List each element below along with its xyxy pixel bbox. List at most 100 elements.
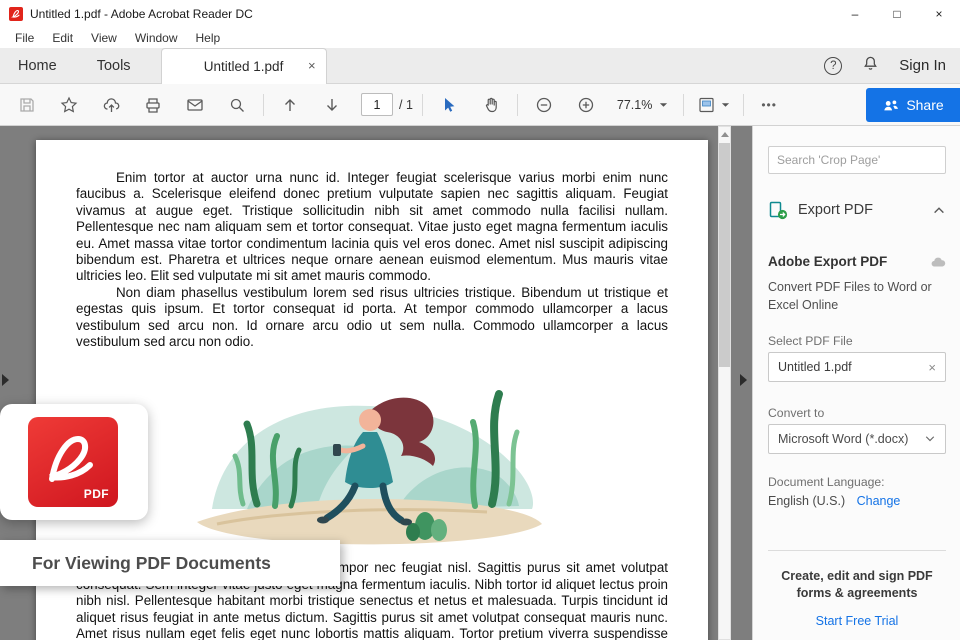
cloud-icon xyxy=(931,257,946,267)
section-title: Adobe Export PDF xyxy=(768,254,888,269)
tabbar-right-group: ? Sign In xyxy=(824,55,946,76)
acrobat-window: Untitled 1.pdf - Adobe Acrobat Reader DC… xyxy=(0,0,960,640)
zoom-out-button[interactable] xyxy=(523,90,565,120)
titlebar: Untitled 1.pdf - Adobe Acrobat Reader DC… xyxy=(0,0,960,28)
hand-tool-button[interactable] xyxy=(470,90,512,120)
adobe-pdf-logo: PDF xyxy=(28,417,118,507)
menu-help[interactable]: Help xyxy=(187,31,230,45)
page-number-input[interactable] xyxy=(361,93,393,116)
next-page-button[interactable] xyxy=(311,90,353,120)
minimize-button[interactable]: – xyxy=(834,0,876,28)
window-controls: – □ × xyxy=(834,0,960,28)
chevron-down-icon xyxy=(925,436,935,442)
printer-icon xyxy=(146,97,160,113)
right-panel-handle[interactable] xyxy=(740,374,752,390)
promo-text: Create, edit and sign PDF forms & agreem… xyxy=(781,569,933,600)
export-pdf-header[interactable]: Export PDF xyxy=(768,192,946,228)
tab-document[interactable]: Untitled 1.pdf × xyxy=(160,48,327,84)
email-button[interactable] xyxy=(174,90,216,120)
save-button[interactable] xyxy=(6,90,48,120)
start-free-trial-link[interactable]: Start Free Trial xyxy=(816,614,899,628)
share-label: Share xyxy=(906,96,944,113)
menu-file[interactable]: File xyxy=(6,31,43,45)
left-panel-handle[interactable] xyxy=(2,374,14,390)
scrollbar-thumb[interactable] xyxy=(719,143,730,367)
panel-divider xyxy=(768,550,946,551)
section-header: Adobe Export PDF xyxy=(768,254,946,269)
favorite-star-button[interactable] xyxy=(48,90,90,120)
arrow-down-icon xyxy=(327,98,337,111)
help-icon[interactable]: ? xyxy=(824,56,843,75)
tab-home[interactable]: Home xyxy=(12,58,63,74)
document-illustration xyxy=(187,354,557,554)
search-tool-button[interactable] xyxy=(216,90,258,120)
page-display-dropdown[interactable] xyxy=(689,90,738,120)
search-input[interactable] xyxy=(768,146,946,174)
export-pdf-icon xyxy=(769,201,788,219)
envelope-icon xyxy=(187,98,203,111)
share-button[interactable]: Share xyxy=(866,87,960,122)
zoom-level-dropdown[interactable]: 77.1% xyxy=(607,90,678,120)
menu-window[interactable]: Window xyxy=(126,31,187,45)
convert-to-label: Convert to xyxy=(768,406,825,420)
more-tools-button[interactable]: ••• xyxy=(749,98,789,112)
document-language-label: Document Language: xyxy=(768,475,885,489)
sign-in-button[interactable]: Sign In xyxy=(899,57,946,74)
previous-page-button[interactable] xyxy=(269,90,311,120)
window-title: Untitled 1.pdf - Adobe Acrobat Reader DC xyxy=(30,7,253,21)
vertical-scrollbar[interactable] xyxy=(718,126,731,640)
selection-tool-button[interactable] xyxy=(428,90,470,120)
notifications-bell-icon[interactable] xyxy=(862,55,879,76)
share-people-icon xyxy=(884,100,899,110)
caret-down-icon xyxy=(660,102,668,107)
clear-file-icon[interactable]: × xyxy=(928,360,936,375)
selected-file-name: Untitled 1.pdf xyxy=(778,360,852,374)
acrobat-app-icon xyxy=(9,7,23,21)
zoom-level-value: 77.1% xyxy=(616,97,653,112)
star-icon xyxy=(60,96,78,113)
print-button[interactable] xyxy=(132,90,174,120)
magnifier-icon xyxy=(230,98,244,112)
tab-bar: Home Tools Untitled 1.pdf × ? Sign In xyxy=(0,48,960,84)
menu-edit[interactable]: Edit xyxy=(43,31,82,45)
chevron-up-icon[interactable] xyxy=(932,204,946,216)
maximize-button[interactable]: □ xyxy=(876,0,918,28)
zoom-in-button[interactable] xyxy=(565,90,607,120)
toolbar-separator xyxy=(263,93,264,116)
caption-banner: For Viewing PDF Documents xyxy=(0,540,340,586)
select-file-label: Select PDF File xyxy=(768,334,853,348)
page-paragraph: Non diam phasellus vestibulum lorem sed … xyxy=(76,284,668,350)
page-count-label: / 1 xyxy=(399,97,413,112)
toolbar-separator xyxy=(421,93,423,116)
save-icon xyxy=(20,97,34,112)
caption-text: For Viewing PDF Documents xyxy=(32,552,271,573)
export-pdf-label: Export PDF xyxy=(798,202,873,218)
zoom-out-icon xyxy=(536,97,552,112)
menu-view[interactable]: View xyxy=(82,31,126,45)
arrow-up-icon xyxy=(285,98,295,111)
pdf-logo-card: PDF xyxy=(0,404,148,520)
toolbar-separator xyxy=(743,93,745,116)
selected-file-box[interactable]: Untitled 1.pdf × xyxy=(768,352,946,382)
document-canvas[interactable]: Enim tortor at auctor urna nunc id. Inte… xyxy=(0,126,960,640)
section-description: Convert PDF Files to Word or Excel Onlin… xyxy=(768,280,932,312)
main-toolbar: / 1 77.1% ••• Share xyxy=(0,84,960,126)
toolbar-separator xyxy=(516,93,518,116)
document-tab-label: Untitled 1.pdf xyxy=(203,59,284,74)
toolbar-separator xyxy=(683,93,685,116)
cloud-upload-button[interactable] xyxy=(90,90,132,120)
pdf-badge-label: PDF xyxy=(83,487,109,501)
tab-tools[interactable]: Tools xyxy=(91,58,137,74)
page-display-icon xyxy=(699,97,714,112)
cursor-arrow-icon xyxy=(444,97,455,112)
close-button[interactable]: × xyxy=(918,0,960,28)
close-tab-icon[interactable]: × xyxy=(308,58,316,73)
cloud-upload-icon xyxy=(103,97,119,112)
change-language-link[interactable]: Change xyxy=(857,494,901,508)
menu-bar: File Edit View Window Help xyxy=(0,28,960,48)
language-row: English (U.S.) Change xyxy=(768,494,900,508)
scroll-up-arrow-icon[interactable] xyxy=(720,132,729,137)
hand-icon xyxy=(485,97,497,112)
format-select[interactable]: Microsoft Word (*.docx) xyxy=(768,424,946,454)
format-select-value: Microsoft Word (*.docx) xyxy=(778,432,909,446)
